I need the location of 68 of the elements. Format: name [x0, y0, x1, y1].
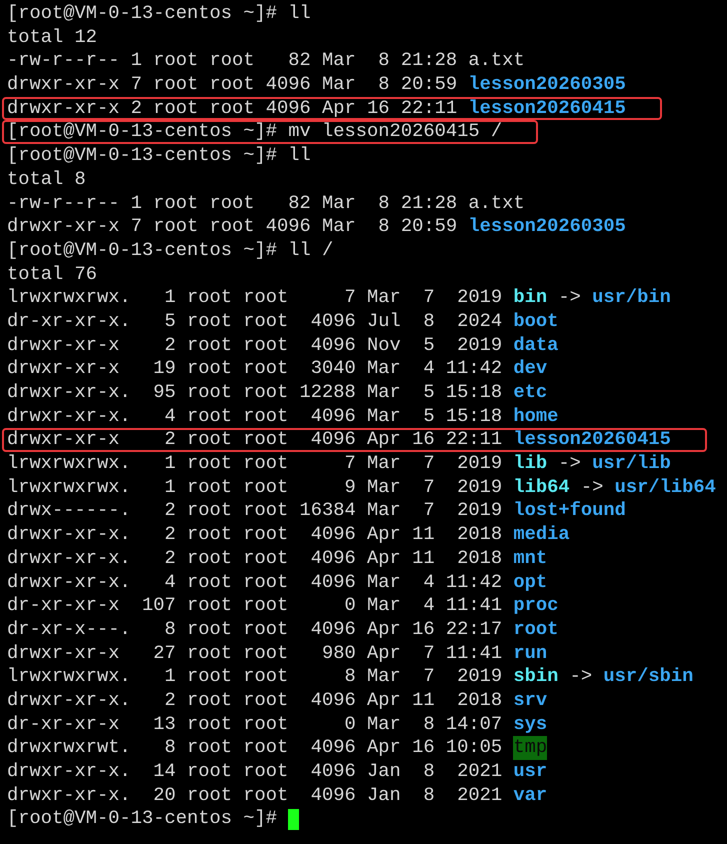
- terminal-text: ->: [568, 665, 594, 689]
- terminal-text: dr-xr-xr-x 107 root root 0 Mar 4 11:41: [7, 594, 504, 618]
- directory-name: dev: [513, 357, 548, 382]
- directory-name: usr/lib: [592, 452, 671, 476]
- terminal-text: [root@VM-0-13-centos ~]# ll: [7, 144, 311, 168]
- directory-name: usr/bin: [592, 286, 671, 310]
- directory-name: mnt: [513, 546, 548, 571]
- symlink-name: lib64: [513, 476, 570, 500]
- symlink-name: sbin: [513, 665, 558, 689]
- directory-name: tmp: [513, 736, 548, 760]
- terminal-text: [root@VM-0-13-centos ~]# mv lesson20260415 /: [7, 120, 502, 144]
- directory-name: opt: [513, 570, 548, 594]
- terminal-text: dr-xr-xr-x. 5 root root 4096 Jul 8 2024: [7, 310, 504, 334]
- directory-name: root: [513, 618, 558, 642]
- directory-name: lesson20260305: [468, 215, 626, 239]
- terminal-text: drwxr-xr-x 7 root root 4096 Mar 8 20:59: [7, 215, 458, 239]
- symlink-name: lib: [513, 452, 548, 476]
- directory-name: data: [513, 334, 558, 358]
- terminal-text: [root@VM-0-13-centos ~]# ll: [7, 2, 311, 26]
- terminal-text: ->: [557, 286, 582, 310]
- terminal-text: dr-xr-xr-x 13 root root 0 Mar 8 14:07: [7, 712, 504, 736]
- directory-name: lesson20260415: [468, 96, 626, 120]
- terminal-text: total 8: [7, 168, 86, 192]
- terminal-text: ->: [580, 476, 604, 500]
- directory-name: usr: [513, 760, 548, 784]
- terminal-text: lrwxrwxrwx. 1 root root 7 Mar 7 2019: [7, 452, 504, 476]
- directory-name: lesson20260305: [468, 73, 626, 97]
- directory-name: usr/lib64: [614, 476, 716, 500]
- directory-name: srv: [513, 688, 548, 713]
- directory-name: media: [513, 523, 570, 547]
- terminal-text: dr-xr-x---. 8 root root 4096 Apr 16 22:17: [7, 618, 504, 642]
- terminal-text: drwxr-xr-x. 20 root root 4096 Jan 8 2021: [7, 784, 504, 808]
- terminal-text: drwxr-xr-x. 14 root root 4096 Jan 8 2021: [7, 760, 504, 784]
- terminal-text: drwxr-xr-x 7 root root 4096 Mar 8 20:59: [7, 73, 458, 97]
- terminal-text: -rw-r--r-- 1 root root 82 Mar 8 21:28 a.txt: [7, 49, 525, 74]
- terminal-text: drwxr-xr-x. 4 root root 4096 Mar 5 15:18: [7, 404, 504, 428]
- terminal-text: drwxr-xr-x. 2 root root 4096 Apr 11 2018: [7, 523, 504, 547]
- terminal-text: total 12: [7, 26, 98, 50]
- directory-name: run: [513, 642, 548, 666]
- directory-name: usr/sbin: [603, 665, 694, 689]
- terminal-text: lrwxrwxrwx. 1 root root 9 Mar 7 2019: [7, 476, 504, 500]
- terminal-text: drwxr-xr-x. 2 root root 4096 Apr 11 2018: [7, 546, 504, 571]
- terminal-text: drwxr-xr-x 19 root root 3040 Mar 4 11:42: [7, 357, 504, 382]
- terminal-text: drwxr-xr-x 2 root root 4096 Apr 16 22:11: [7, 428, 504, 452]
- directory-name: sys: [513, 712, 548, 736]
- terminal-text: drwxr-xr-x. 2 root root 4096 Apr 11 2018: [7, 688, 504, 713]
- terminal-text: drwx------. 2 root root 16384 Mar 7 2019: [7, 499, 504, 524]
- symlink-name: bin: [513, 286, 548, 310]
- directory-name: lost+found: [513, 499, 626, 524]
- terminal-text: total 76: [7, 262, 98, 286]
- directory-name: lesson20260415: [513, 428, 671, 452]
- terminal-text: lrwxrwxrwx. 1 root root 7 Mar 7 2019: [7, 286, 504, 310]
- terminal-text: drwxr-xr-x 27 root root 980 Apr 7 11:41: [7, 642, 504, 666]
- terminal-text: drwxrwxrwt. 8 root root 4096 Apr 16 10:05: [7, 736, 504, 760]
- terminal-text: -rw-r--r-- 1 root root 82 Mar 8 21:28 a.txt: [7, 192, 525, 216]
- terminal-text: drwxr-xr-x. 95 root root 12288 Mar 5 15:18: [7, 381, 504, 405]
- terminal-text: drwxr-xr-x 2 root root 4096 Apr 16 22:11: [7, 96, 458, 120]
- terminal-text: [root@VM-0-13-centos ~]#: [7, 807, 278, 832]
- terminal-text: [root@VM-0-13-centos ~]# ll /: [7, 238, 334, 263]
- directory-name: var: [513, 784, 548, 808]
- terminal-text: drwxr-xr-x. 4 root root 4096 Mar 4 11:42: [7, 570, 504, 594]
- directory-name: etc: [513, 381, 548, 405]
- directory-name: boot: [513, 310, 558, 334]
- terminal-text: drwxr-xr-x 2 root root 4096 Nov 5 2019: [7, 334, 504, 358]
- directory-name: home: [513, 404, 558, 428]
- terminal-text: ->: [557, 452, 582, 476]
- terminal-text: lrwxrwxrwx. 1 root root 8 Mar 7 2019: [7, 665, 504, 689]
- directory-name: proc: [513, 594, 558, 618]
